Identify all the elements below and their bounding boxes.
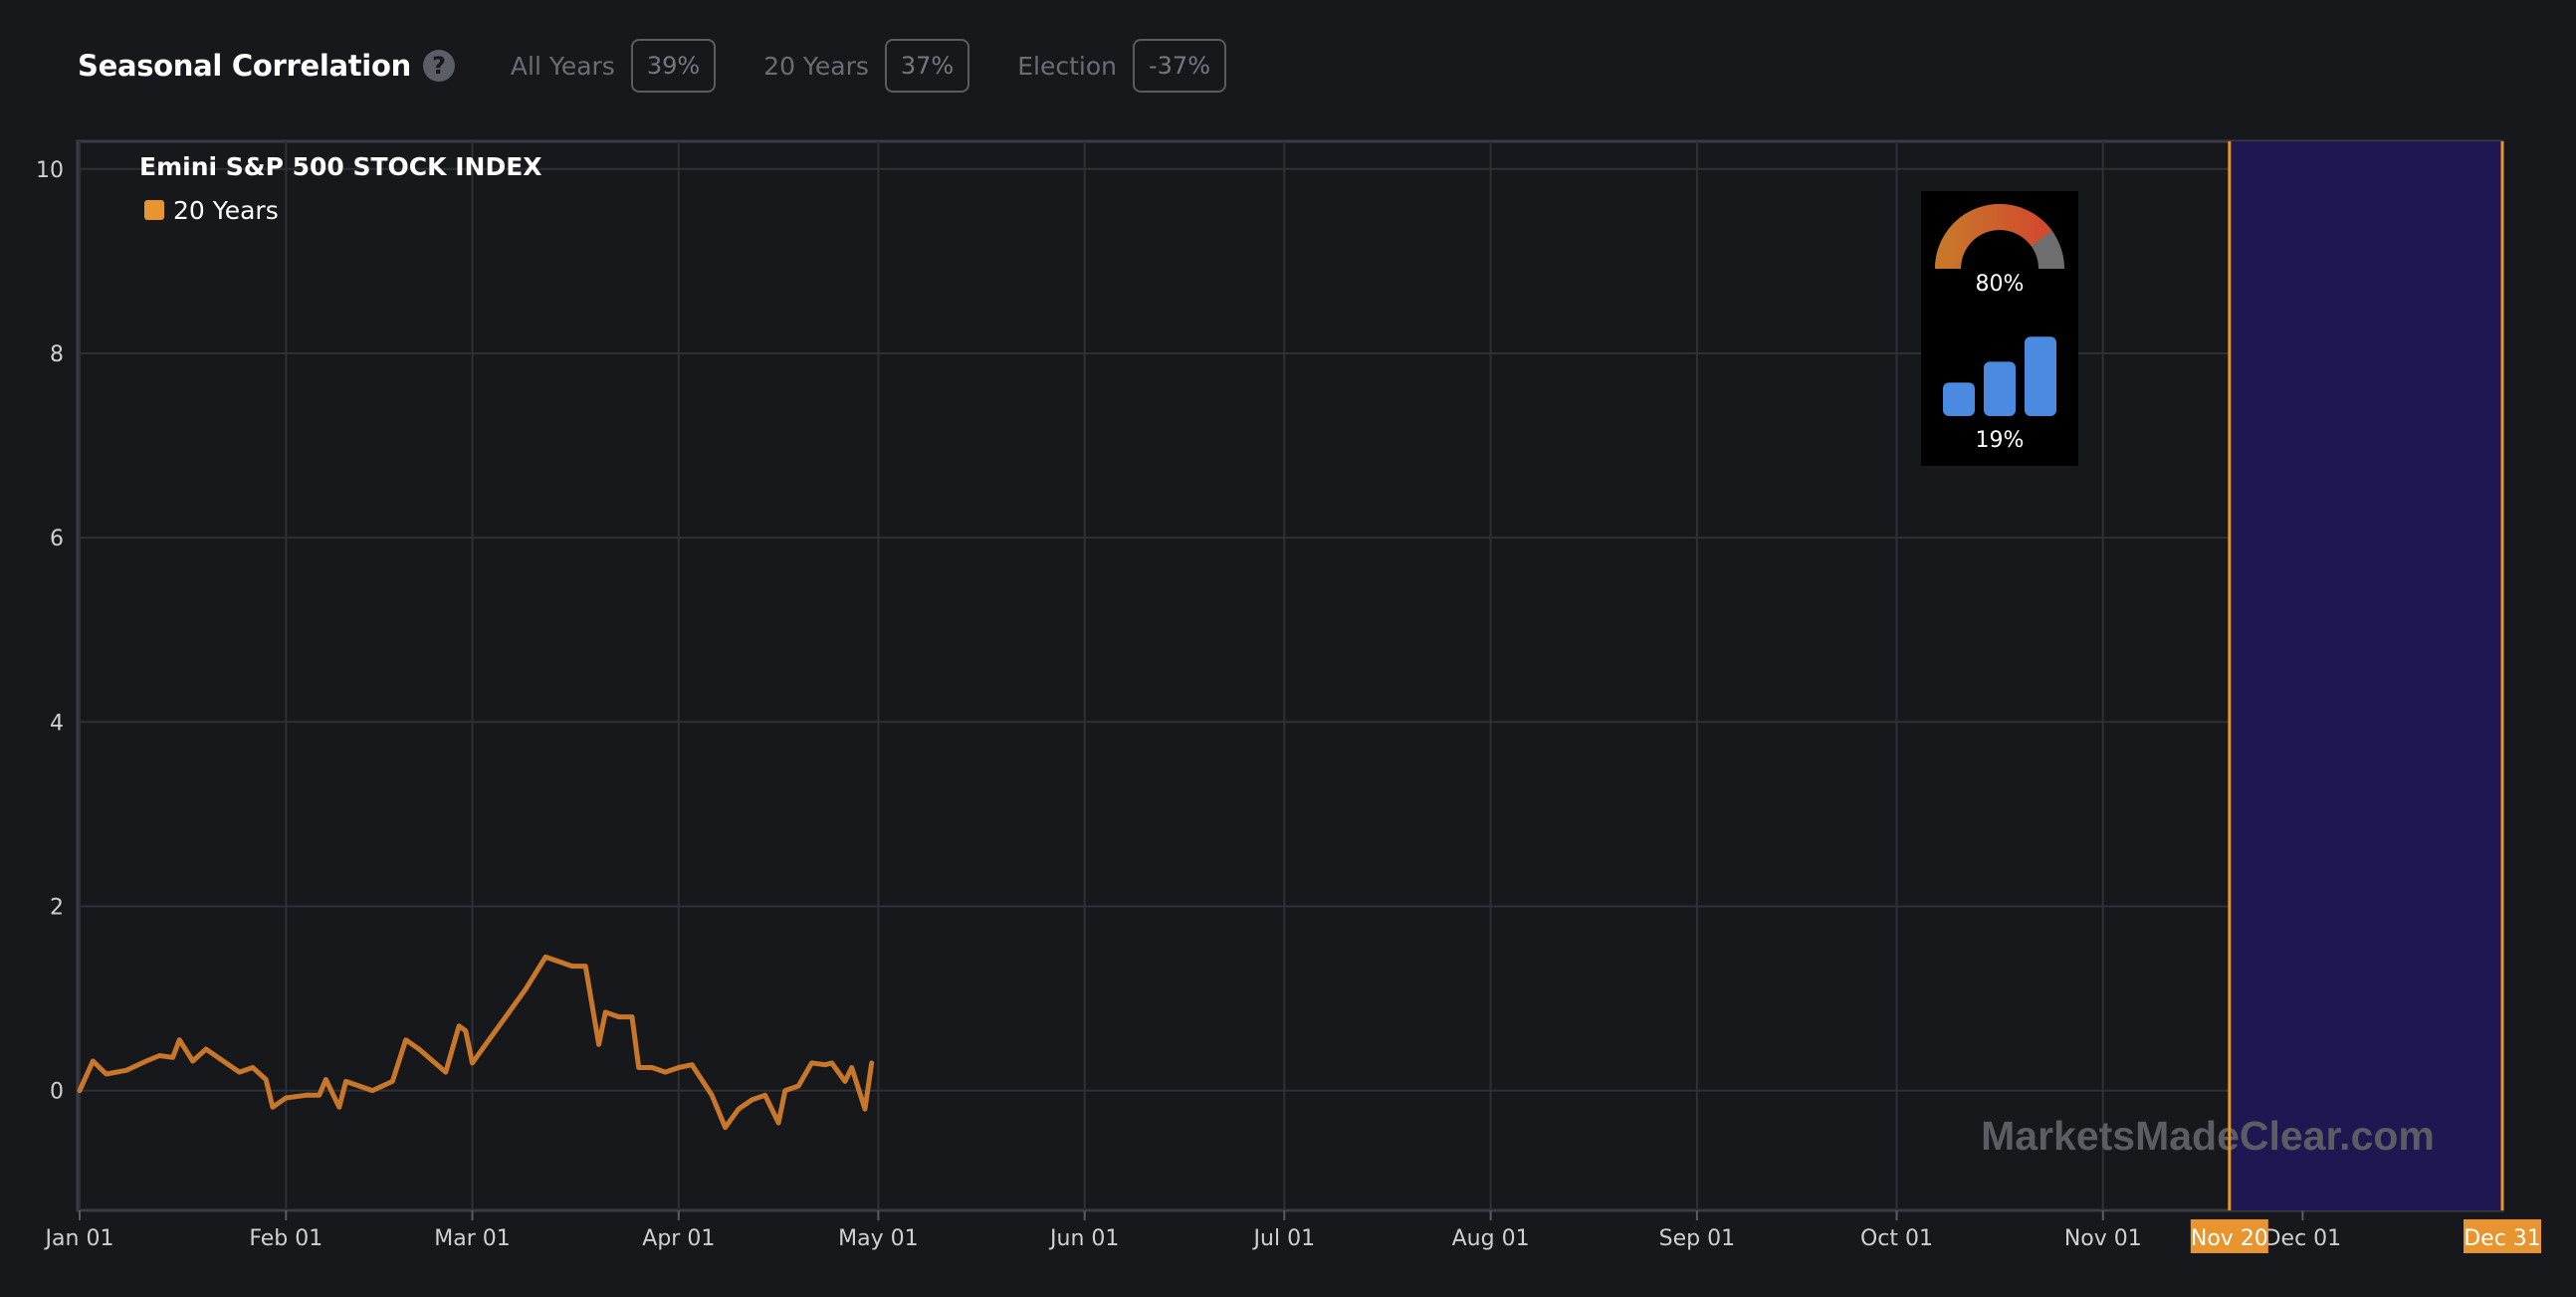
plot-frame [76,139,2504,1212]
x-tick-label: May 01 [838,1226,918,1251]
y-tick-label: 8 [50,342,64,367]
legend-swatch[interactable] [144,200,164,220]
mini-bar [2025,336,2056,416]
x-tick-label: Jan 01 [44,1226,114,1251]
x-tick-label: Dec 01 [2264,1226,2342,1251]
x-tick-label: Apr 01 [642,1226,715,1251]
y-tick-label: 2 [50,895,64,920]
y-tick-label: 0 [50,1080,64,1105]
x-tick-label: Oct 01 [1860,1226,1933,1251]
mini-bar [1984,361,2016,416]
y-tick-label: 4 [50,711,64,736]
y-tick-label: 6 [50,527,64,551]
y-tick-label: 10 [36,158,64,183]
x-tick-label: Jul 01 [1252,1226,1316,1251]
series-line-20-years [77,954,875,1131]
x-tick-label: Nov 01 [2064,1226,2142,1251]
legend-label[interactable]: 20 Years [173,196,279,225]
x-tick-label: Aug 01 [1452,1226,1530,1251]
highlight-start-label: Nov 20 [2191,1226,2268,1251]
overlay-panel [1921,191,2078,466]
bars-value: 19% [1976,428,2025,453]
mini-bar [1943,382,1975,416]
probability-overlay: 80% 19% [1921,191,2078,466]
gauge-value: 80% [1976,272,2025,297]
chart-title: Emini S&P 500 STOCK INDEX [139,152,542,181]
x-tick-label: Sep 01 [1659,1226,1735,1251]
x-tick-label: Feb 01 [249,1226,322,1251]
highlight-region [2229,141,2502,1210]
x-tick-label: Mar 01 [434,1226,511,1251]
seasonal-chart: 0 2 4 6 8 10 Jan 01 Feb 01 Mar 01 Apr 01 May 01 Ju… [36,139,2541,1253]
x-tick-label: Jun 01 [1048,1226,1119,1251]
watermark: MarketsMadeClear.com [1981,1113,2435,1159]
highlight-end-label: Dec 31 [2464,1226,2541,1251]
